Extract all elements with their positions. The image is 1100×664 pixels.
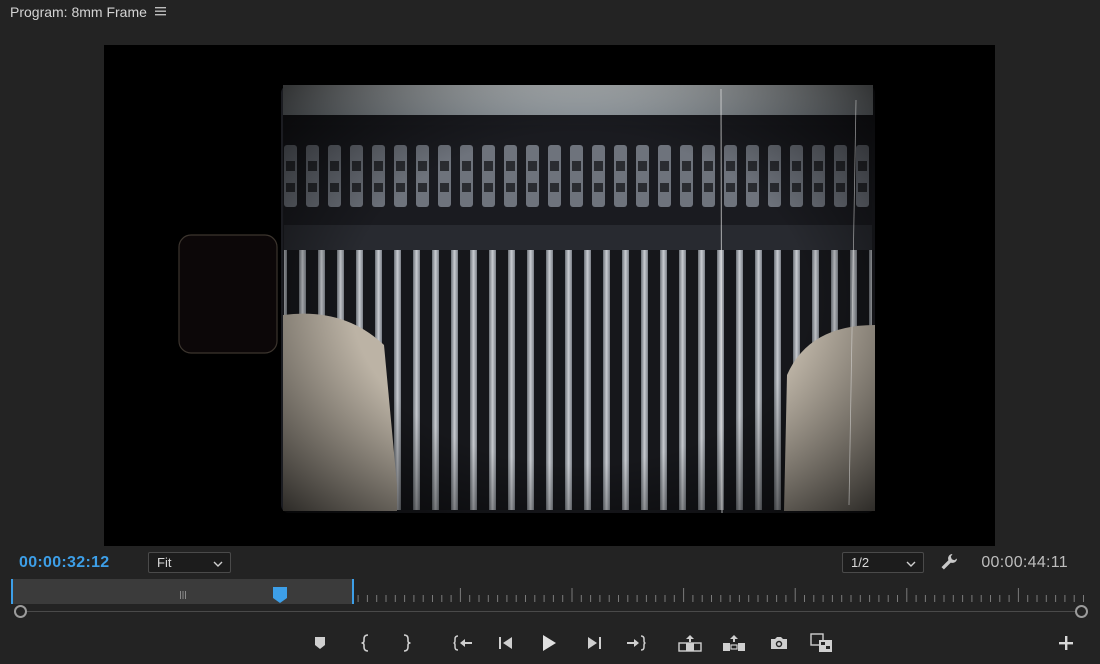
playhead[interactable] — [273, 587, 287, 603]
hamburger-menu-icon[interactable] — [155, 4, 167, 18]
grip-icon[interactable] — [180, 586, 186, 599]
video-frame — [104, 45, 995, 546]
panel-title: Program: 8mm Frame — [10, 4, 147, 20]
zoom-level-dropdown[interactable]: Fit — [148, 552, 231, 573]
step-back-icon[interactable] — [493, 630, 519, 656]
marker-icon[interactable] — [307, 630, 333, 656]
playback-resolution-value: 1/2 — [851, 555, 870, 570]
wrench-icon[interactable] — [939, 552, 959, 572]
zoom-scroll-track[interactable] — [20, 611, 1082, 612]
current-timecode[interactable]: 00:00:32:12 — [19, 554, 109, 572]
lift-icon[interactable] — [677, 630, 703, 656]
mark-out-icon[interactable] — [393, 630, 419, 656]
extract-icon[interactable] — [721, 630, 747, 656]
panel-header: Program: 8mm Frame — [0, 0, 1100, 24]
work-area-end-handle[interactable] — [352, 579, 354, 604]
playback-resolution-dropdown[interactable]: 1/2 — [842, 552, 924, 573]
step-forward-icon[interactable] — [581, 630, 607, 656]
zoom-scroll-start-handle[interactable] — [14, 605, 27, 618]
chevron-down-icon — [213, 557, 223, 567]
work-area-start-handle[interactable] — [11, 579, 13, 604]
go-to-out-icon[interactable] — [623, 630, 649, 656]
duration-timecode: 00:00:44:11 — [981, 554, 1068, 571]
program-viewer[interactable] — [104, 45, 995, 546]
go-to-in-icon[interactable] — [450, 630, 476, 656]
chevron-down-icon — [906, 557, 916, 567]
mark-in-icon[interactable] — [353, 630, 379, 656]
comparison-view-icon[interactable] — [809, 630, 835, 656]
plus-icon[interactable] — [1053, 630, 1079, 656]
zoom-level-value: Fit — [157, 555, 172, 570]
camera-icon[interactable] — [766, 630, 792, 656]
play-icon[interactable] — [536, 630, 562, 656]
zoom-scroll-end-handle[interactable] — [1075, 605, 1088, 618]
